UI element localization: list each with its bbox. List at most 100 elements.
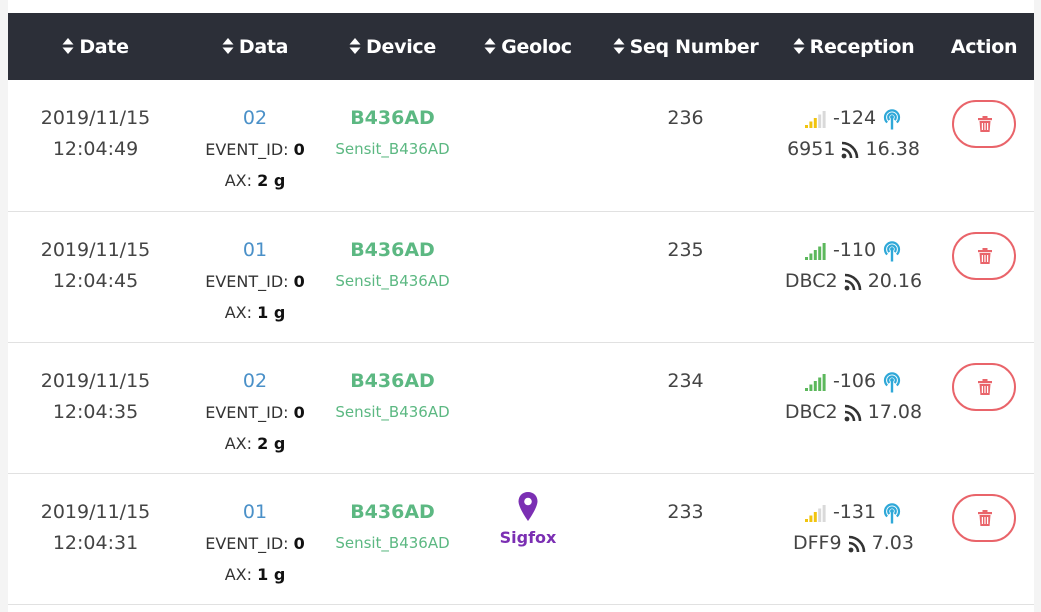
action-cell — [934, 211, 1034, 343]
table-row: 2019/11/15 12:04:35 02 EVENT_ID: 0 AX: 2 g B4… — [8, 342, 1034, 474]
ax-value: 1 g — [257, 303, 286, 322]
seq-cell: 234 — [598, 342, 773, 474]
message-date: 2019/11/15 — [40, 370, 151, 392]
data-cell: 02 EVENT_ID: 0 AX: 2 g — [183, 80, 327, 212]
message-time: 12:04:49 — [52, 138, 139, 160]
column-header-label: Reception — [809, 35, 915, 58]
messages-panel: Date Data Device Geoloc Seq Number Reception A… — [8, 0, 1034, 612]
top-strip — [8, 0, 1034, 13]
table-header-row: Date Data Device Geoloc Seq Number Reception A… — [8, 13, 1034, 80]
trash-icon — [978, 510, 992, 526]
payload-link[interactable]: 01 — [183, 235, 327, 266]
signal-bars-icon — [804, 242, 826, 260]
station-line: DBC2 17.08 — [773, 397, 934, 428]
date-stack: 2019/11/15 12:04:45 — [8, 212, 183, 297]
geoloc-link[interactable]: Sigfox — [458, 474, 598, 547]
station-line: DFF9 7.03 — [773, 528, 934, 559]
date-stack: 2019/11/15 12:04:35 — [8, 343, 183, 428]
antenna-icon — [884, 502, 901, 523]
column-header-geoloc[interactable]: Geoloc — [458, 13, 598, 80]
device-id-link[interactable]: B436AD — [327, 103, 458, 134]
delete-button[interactable] — [952, 232, 1016, 280]
geoloc-label[interactable]: Sigfox — [458, 528, 598, 547]
event-id-line: EVENT_ID: 0 — [183, 397, 327, 428]
payload-link[interactable]: 02 — [183, 366, 327, 397]
payload-link[interactable]: 01 — [183, 497, 327, 528]
rssi-line: -106 — [773, 366, 934, 397]
event-id-line: EVENT_ID: 0 — [183, 266, 327, 297]
reception-cell: -124 6951 16.38 — [773, 80, 934, 212]
delete-button[interactable] — [952, 494, 1016, 542]
page-gutter — [1034, 0, 1041, 612]
table-row: 2019/11/15 12:04:49 02 EVENT_ID: 0 AX: 2 g B4… — [8, 80, 1034, 212]
payload-link[interactable]: 02 — [183, 103, 327, 134]
column-header-date[interactable]: Date — [8, 13, 183, 80]
rssi-line: -110 — [773, 235, 934, 266]
rss-wave-icon — [844, 404, 861, 421]
delete-button[interactable] — [952, 363, 1016, 411]
device-stack: B436AD Sensit_B436AD — [327, 343, 458, 428]
column-header-label: Data — [238, 35, 289, 58]
event-id-line: EVENT_ID: 0 — [183, 528, 327, 559]
ax-label: AX: — [224, 565, 253, 584]
device-cell: B436AD Sensit_B436AD — [327, 80, 458, 212]
antenna-icon — [884, 371, 901, 392]
message-time: 12:04:35 — [52, 401, 139, 423]
device-name-link[interactable]: Sensit_B436AD — [327, 397, 458, 428]
table-body: 2019/11/15 12:04:49 02 EVENT_ID: 0 AX: 2 g B4… — [8, 80, 1034, 605]
base-stations-button[interactable] — [882, 107, 902, 129]
delete-button[interactable] — [952, 100, 1016, 148]
base-stations-button[interactable] — [882, 239, 902, 261]
seq-cell: 236 — [598, 80, 773, 212]
station-id: DFF9 — [793, 532, 842, 554]
column-header-data[interactable]: Data — [183, 13, 327, 80]
device-name-link[interactable]: Sensit_B436AD — [327, 266, 458, 297]
action-cell — [934, 473, 1034, 605]
rssi-line: -124 — [773, 103, 934, 134]
snr-value: 20.16 — [867, 270, 923, 292]
geoloc-cell — [458, 80, 598, 212]
column-header-device[interactable]: Device — [327, 13, 458, 80]
trash-icon — [978, 248, 992, 264]
rssi-value: -110 — [832, 239, 877, 261]
event-id-label: EVENT_ID: — [205, 403, 289, 422]
date-cell: 2019/11/15 12:04:49 — [8, 80, 183, 212]
sort-both-icon — [222, 37, 234, 54]
column-header-seq-number[interactable]: Seq Number — [598, 13, 773, 80]
sort-both-icon — [613, 37, 625, 54]
device-id-link[interactable]: B436AD — [327, 366, 458, 397]
device-name-link[interactable]: Sensit_B436AD — [327, 134, 458, 165]
seq-stack: 233 — [598, 474, 773, 528]
seq-stack: 235 — [598, 212, 773, 266]
column-header-label: Action — [950, 35, 1018, 58]
event-id-label: EVENT_ID: — [205, 140, 289, 159]
event-id-value: 0 — [293, 534, 305, 553]
ax-line: AX: 2 g — [183, 428, 327, 459]
device-name-link[interactable]: Sensit_B436AD — [327, 528, 458, 559]
messages-table: Date Data Device Geoloc Seq Number Reception A… — [8, 13, 1034, 605]
geoloc-cell — [458, 342, 598, 474]
event-id-value: 0 — [293, 272, 305, 291]
action-cell — [934, 342, 1034, 474]
device-id-link[interactable]: B436AD — [327, 235, 458, 266]
column-header-label: Seq Number — [629, 35, 759, 58]
reception-cell: -106 DBC2 17.08 — [773, 342, 934, 474]
rssi-value: -106 — [832, 370, 877, 392]
column-header-action[interactable]: Action — [934, 13, 1034, 80]
base-stations-button[interactable] — [882, 501, 902, 523]
reception-stack: -131 DFF9 7.03 — [773, 474, 934, 559]
column-header-reception[interactable]: Reception — [773, 13, 934, 80]
ax-line: AX: 1 g — [183, 297, 327, 328]
column-header-label: Device — [366, 35, 436, 58]
seq-number: 234 — [667, 370, 704, 392]
data-stack: 01 EVENT_ID: 0 AX: 1 g — [183, 212, 327, 328]
rssi-value: -131 — [832, 501, 877, 523]
data-stack: 01 EVENT_ID: 0 AX: 1 g — [183, 474, 327, 590]
data-stack: 02 EVENT_ID: 0 AX: 2 g — [183, 343, 327, 459]
ax-label: AX: — [224, 171, 253, 190]
sort-both-icon — [62, 37, 74, 54]
device-id-link[interactable]: B436AD — [327, 497, 458, 528]
event-id-value: 0 — [293, 140, 305, 159]
base-stations-button[interactable] — [882, 370, 902, 392]
rssi-line: -131 — [773, 497, 934, 528]
